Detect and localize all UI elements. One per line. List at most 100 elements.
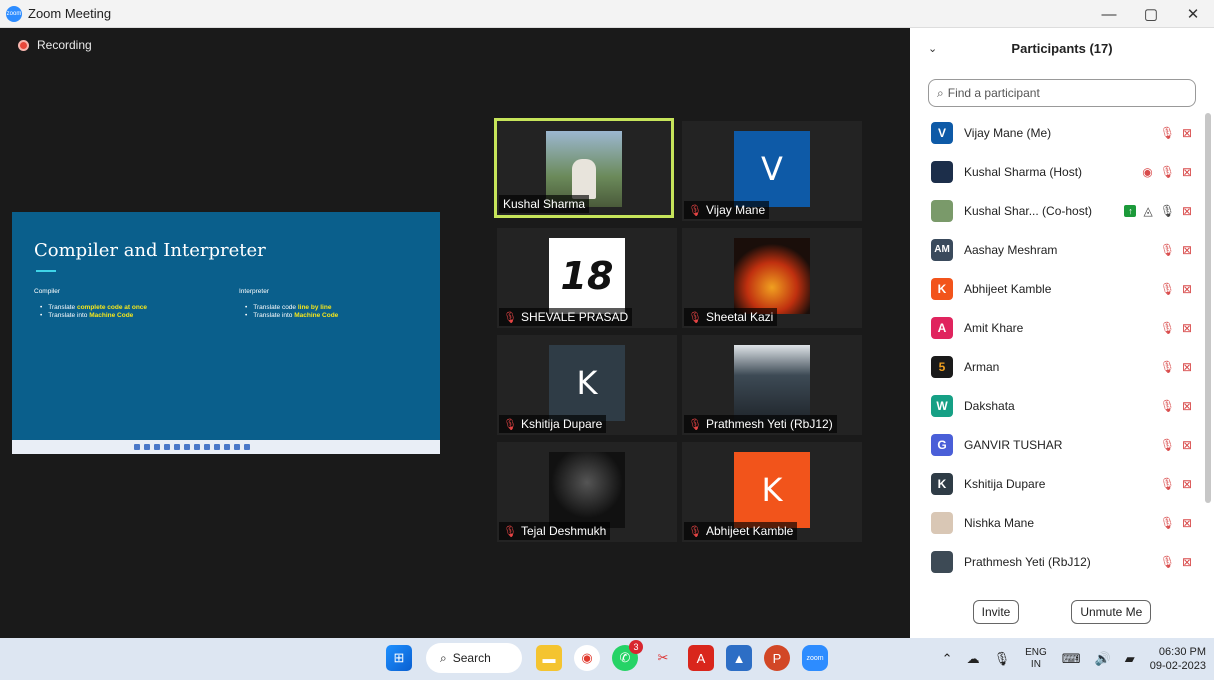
participant-row[interactable]: AM Aashay Meshram 🎙 ⊠ — [910, 230, 1200, 269]
mini-icon — [154, 444, 160, 450]
video-tile[interactable]: 18 🎙 SHEVALE PRASAD — [497, 228, 677, 328]
mic-muted-icon: 🎙 — [1159, 515, 1175, 530]
participant-row[interactable]: A Amit Khare 🎙 ⊠ — [910, 308, 1200, 347]
participant-list-scrollbar[interactable] — [1205, 113, 1211, 503]
participant-row[interactable]: W Dakshata 🎙 ⊠ — [910, 386, 1200, 425]
notification-badge: 3 — [629, 640, 643, 654]
taskbar-search-label: Search — [452, 651, 491, 665]
mic-muted-icon: 🎙 — [1159, 359, 1175, 374]
participant-search-input[interactable]: ⌕ Find a participant — [928, 79, 1196, 107]
mic-muted-icon: 🎙 — [1159, 125, 1175, 140]
battery-icon[interactable]: ▰ — [1125, 651, 1135, 667]
participant-avatar-image — [549, 452, 625, 528]
whatsapp-icon[interactable]: ✆ 3 — [612, 640, 643, 671]
network-icon[interactable]: ⌨ — [1062, 651, 1081, 667]
participant-name: Kushal Shar... (Co-host) — [964, 203, 1093, 218]
restore-button[interactable]: ▢ — [1130, 0, 1172, 28]
slide-title: Compiler and Interpreter — [34, 240, 266, 261]
participant-row[interactable]: Prathmesh Yeti (RbJ12) 🎙 ⊠ — [910, 542, 1200, 581]
recording-icon: ◉ — [1142, 164, 1153, 179]
participant-name: Prathmesh Yeti (RbJ12) — [964, 554, 1091, 569]
tile-name: 🎙 Abhijeet Kamble — [684, 522, 798, 540]
bullet-highlight: complete code at once — [76, 304, 148, 311]
search-placeholder: Find a participant — [947, 86, 1040, 100]
shared-screen[interactable]: Compiler and Interpreter Compiler Transl… — [12, 212, 440, 454]
avatar: W — [931, 394, 953, 417]
video-tile[interactable]: K 🎙 Kshitija Dupare — [497, 335, 677, 435]
powerpoint-icon[interactable]: P — [764, 645, 790, 671]
participant-row[interactable]: V Vijay Mane (Me) 🎙 ⊠ — [910, 113, 1200, 152]
participant-list: V Vijay Mane (Me) 🎙 ⊠ Kushal Sharma (Host… — [910, 113, 1200, 588]
bullet-text: Translate into — [48, 312, 90, 319]
system-clock[interactable]: 06:30 PM 09-02-2023 — [1150, 645, 1206, 673]
participant-row[interactable]: G GANVIR TUSHAR 🎙 ⊠ — [910, 425, 1200, 464]
mic-muted-icon: 🎙 — [688, 311, 702, 324]
language-indicator[interactable]: ENG IN — [1025, 647, 1047, 671]
participant-name: GANVIR TUSHAR — [964, 437, 1063, 452]
invite-button[interactable]: Invite — [972, 600, 1020, 624]
participant-name: Aashay Meshram — [964, 242, 1058, 257]
participant-name: Arman — [964, 359, 1000, 374]
unmute-me-button[interactable]: Unmute Me — [1071, 600, 1152, 624]
windows-start-icon[interactable]: ⊞ — [386, 645, 412, 671]
close-button[interactable]: ✕ — [1172, 0, 1214, 28]
video-tile[interactable]: K 🎙 Abhijeet Kamble — [682, 442, 862, 542]
participants-title: Participants (17) — [1011, 40, 1113, 56]
avatar: G — [931, 433, 953, 456]
photos-icon[interactable]: ▲ — [726, 645, 752, 671]
clock-date: 09-02-2023 — [1149, 660, 1206, 672]
volume-icon[interactable]: 🔊 — [1095, 651, 1111, 667]
cloud-icon: ◬ — [1143, 203, 1153, 218]
video-tile[interactable]: 🎙 Tejal Deshmukh — [497, 442, 677, 542]
zoom-taskbar-icon[interactable]: zoom — [802, 645, 828, 671]
mic-muted-icon: 🎙 — [1159, 554, 1175, 569]
snipping-tool-icon[interactable]: ✂ — [650, 645, 676, 671]
participant-avatar: V — [734, 131, 810, 207]
participant-row[interactable]: K Abhijeet Kamble 🎙 ⊠ — [910, 269, 1200, 308]
mic-icon: 🎙 — [1159, 203, 1175, 218]
chevron-down-icon[interactable]: ⌄ — [928, 42, 937, 55]
meeting-area: Recording Compiler and Interpreter Compi… — [0, 28, 910, 638]
slide-bullet: Translate into Machine Code — [40, 312, 147, 320]
acrobat-icon[interactable]: A — [688, 645, 714, 671]
participant-name: Nishka Mane — [964, 515, 1035, 530]
minimize-button[interactable]: — — [1088, 0, 1130, 28]
participant-row[interactable]: K Kshitija Dupare 🎙 ⊠ — [910, 464, 1200, 503]
shared-screen-taskbar — [12, 440, 440, 454]
video-off-icon: ⊠ — [1181, 437, 1192, 452]
slide-title-underline — [36, 270, 56, 272]
mic-muted-icon: 🎙 — [688, 204, 702, 217]
person-figure — [572, 159, 596, 199]
taskbar-search[interactable]: ⌕ Search — [426, 643, 522, 673]
video-tile[interactable]: V 🎙 Vijay Mane — [682, 121, 862, 221]
slide-bullet: Translate into Machine Code — [245, 312, 338, 320]
video-off-icon: ⊠ — [1181, 476, 1192, 491]
video-tile[interactable]: 🎙 Prathmesh Yeti (RbJ12) — [682, 335, 862, 435]
participant-avatar: K — [549, 345, 625, 421]
participants-panel: ⌄ Participants (17) ⌕ Find a participant… — [910, 28, 1214, 638]
cloud-icon[interactable]: ☁ — [967, 651, 980, 667]
mic-icon[interactable]: 🎙 — [994, 651, 1011, 667]
participant-name: Dakshata — [964, 398, 1015, 413]
participant-row[interactable]: Kushal Sharma (Host) ◉ 🎙 ⊠ — [910, 152, 1200, 191]
video-off-icon: ⊠ — [1181, 203, 1192, 218]
video-off-icon: ⊠ — [1181, 515, 1192, 530]
recording-indicator[interactable]: Recording — [18, 38, 92, 52]
taskbar-apps: ⊞ ⌕ Search ▬ ◉ ✆ 3 ✂ A ▲ P zoom — [380, 640, 834, 673]
participant-name: Kushal Sharma (Host) — [964, 164, 1083, 179]
slide-compiler-column: Compiler Translate complete code at once… — [34, 288, 147, 320]
chrome-icon[interactable]: ◉ — [574, 645, 600, 671]
mic-muted-icon: 🎙 — [1159, 437, 1175, 452]
participant-row[interactable]: Kushal Shar... (Co-host) ↑ ◬ 🎙 ⊠ — [910, 191, 1200, 230]
chevron-up-icon[interactable]: ⌃ — [942, 651, 953, 667]
participant-name: Amit Khare — [964, 320, 1024, 335]
tile-name-text: Abhijeet Kamble — [705, 524, 794, 538]
video-tile[interactable]: Kushal Sharma — [494, 118, 674, 218]
participant-row[interactable]: Nishka Mane 🎙 ⊠ — [910, 503, 1200, 542]
panel-header: ⌄ Participants (17) — [910, 28, 1214, 68]
video-tile[interactable]: 🎙 Sheetal Kazi — [682, 228, 862, 328]
avatar: V — [931, 121, 953, 144]
mini-icon — [244, 444, 250, 450]
participant-row[interactable]: 5 Arman 🎙 ⊠ — [910, 347, 1200, 386]
file-explorer-icon[interactable]: ▬ — [536, 645, 562, 671]
